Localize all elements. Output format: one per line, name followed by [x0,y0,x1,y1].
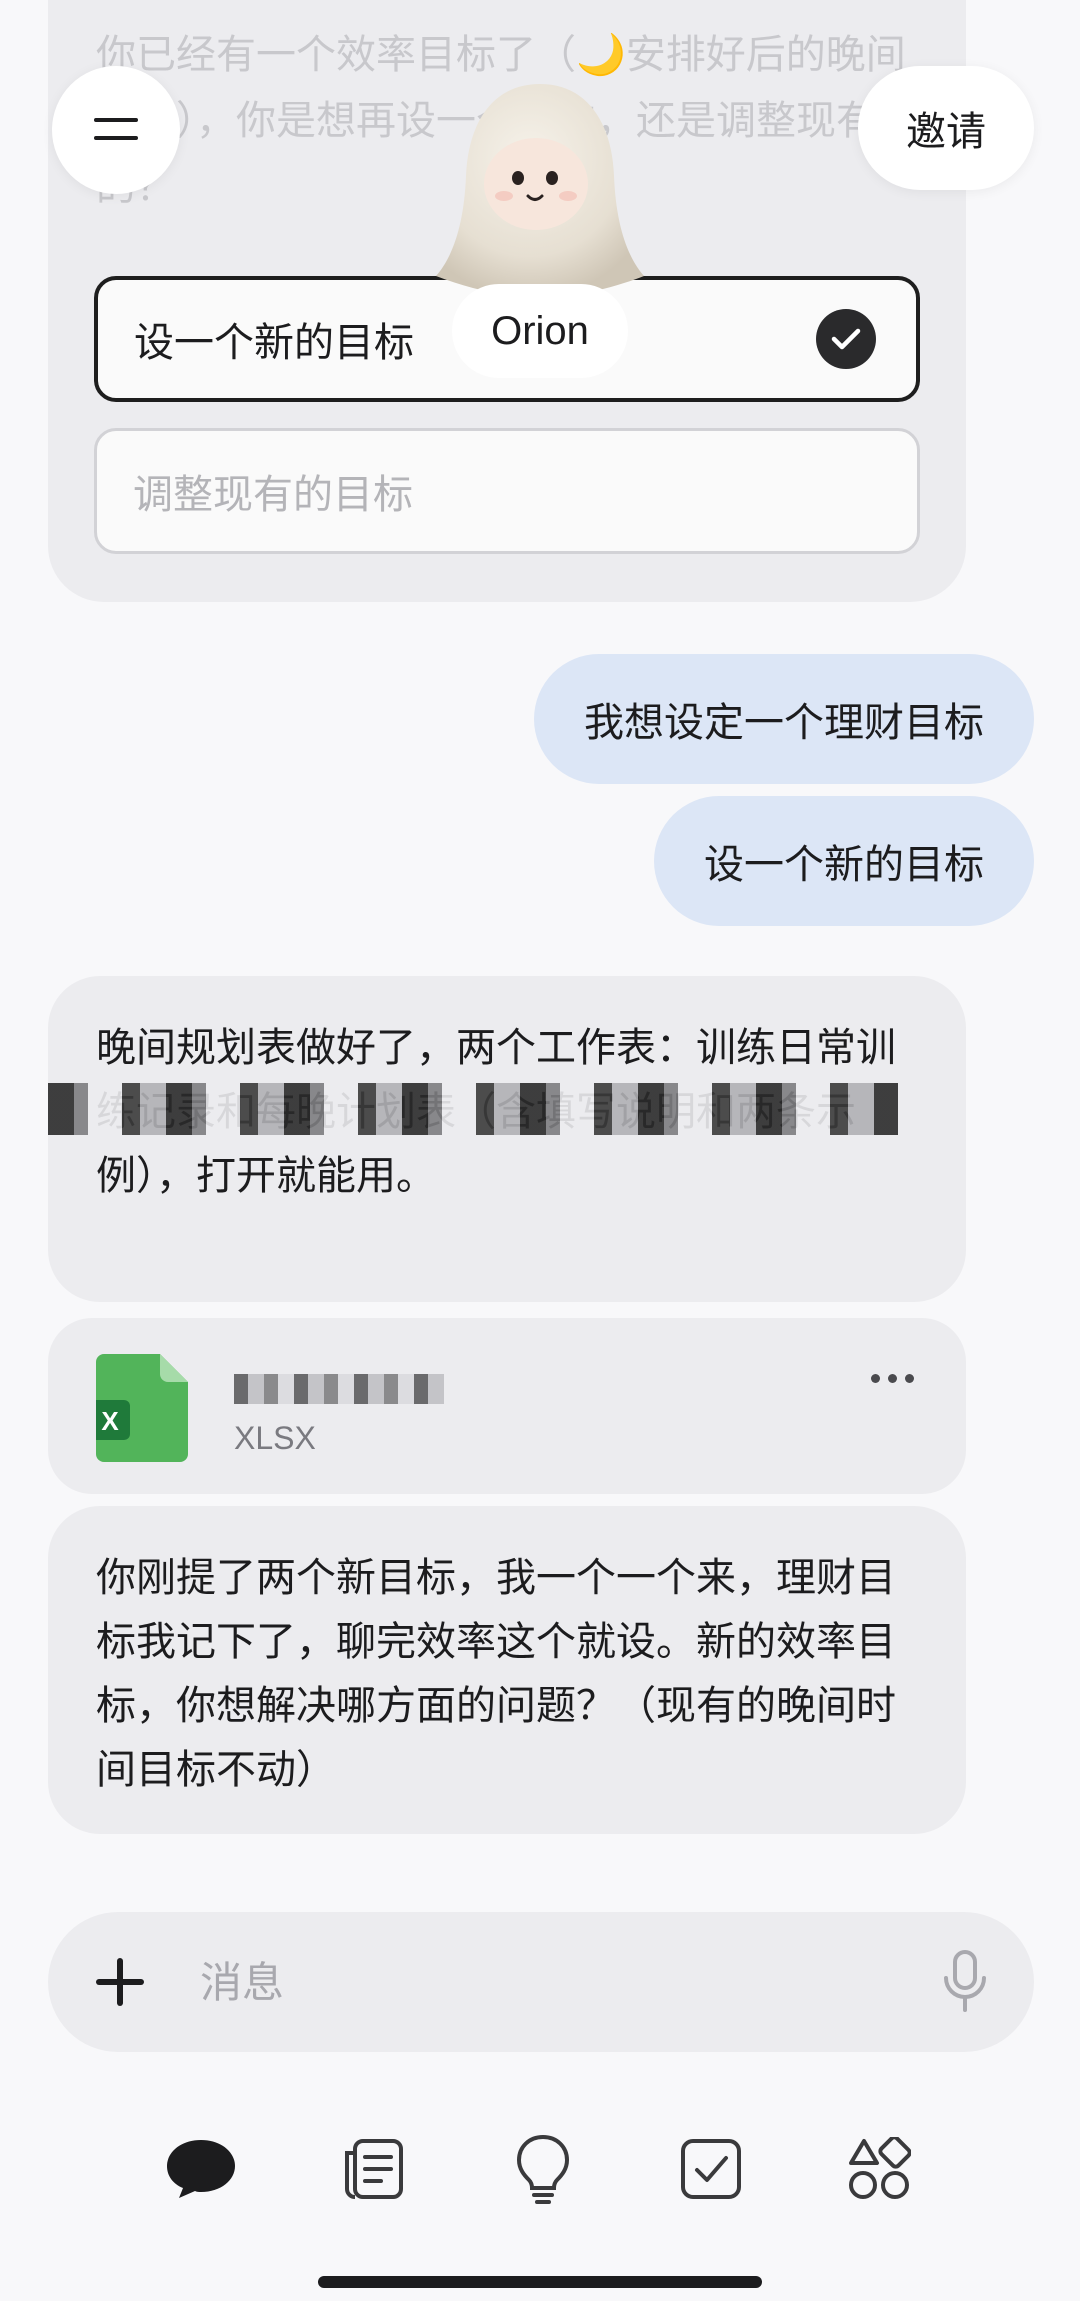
message-input[interactable] [200,1942,850,2022]
chat-icon [167,2140,235,2198]
nav-apps[interactable] [834,2124,924,2214]
home-indicator[interactable] [318,2276,762,2288]
invite-button[interactable]: 邀请 [858,66,1034,190]
microphone-icon[interactable] [942,1950,988,2014]
menu-button[interactable] [52,66,180,194]
check-icon [816,309,876,369]
option-adjust-goal-label: 调整现有的目标 [133,472,413,518]
option-new-goal-label: 设一个新的目标 [134,320,414,366]
mascot-icon [436,84,644,298]
redaction-mosaic [48,1083,898,1135]
file-name-redacted [234,1374,444,1404]
excel-file-icon: X [96,1354,188,1462]
assistant-message: 你刚提了两个新目标，我一个一个来，理财目标我记下了，聊完效率这个就设。新的效率目… [48,1506,966,1834]
option-adjust-goal[interactable]: 调整现有的目标 [94,428,920,554]
user-message: 我想设定一个理财目标 [534,654,1034,784]
svg-text:X: X [101,1406,119,1436]
more-options-icon[interactable] [871,1374,914,1383]
bottom-nav [0,2124,1080,2214]
menu-icon [94,118,138,140]
nav-notes[interactable] [328,2124,418,2214]
file-attachment[interactable]: X XLSX [48,1318,966,1494]
nav-ideas[interactable] [498,2124,588,2214]
user-message: 设一个新的目标 [654,796,1034,926]
nav-chat[interactable] [156,2124,246,2214]
nav-tasks[interactable] [666,2124,756,2214]
assistant-avatar[interactable] [432,76,648,306]
lightbulb-icon [516,2134,570,2204]
assistant-message: 晚间规划表做好了，两个工作表：训练日常训练记录和每晚计划表（含填写说明和两条示例… [48,976,966,1302]
chat-screen: 你已经有一个效率目标了（🌙安排好后的晚间时间），你是想再设一个新的，还是调整现有… [0,0,1080,2301]
assistant-name: Orion [452,284,628,378]
message-composer [48,1912,1034,2052]
apps-icon [849,2137,911,2199]
file-type: XLSX [234,1420,316,1456]
checkbox-icon [681,2139,741,2199]
notes-icon [345,2139,403,2199]
plus-icon[interactable] [94,1956,146,2008]
